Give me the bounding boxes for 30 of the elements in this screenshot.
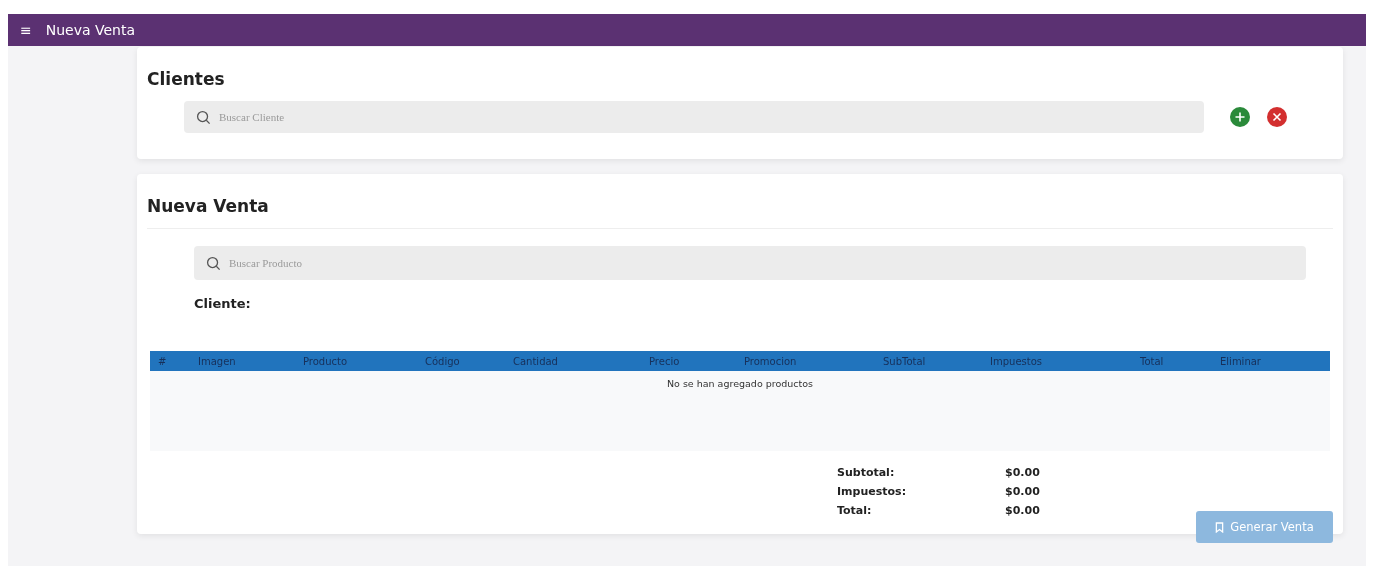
column-header: Cantidad	[512, 355, 559, 367]
add-icon[interactable]	[1230, 107, 1250, 127]
client-label: Cliente:	[194, 296, 252, 311]
column-header: Precio	[648, 355, 681, 367]
column-header: #	[157, 355, 168, 367]
empty-message: No se han agregado productos	[666, 378, 813, 391]
total-value: $0.00	[1005, 485, 1040, 498]
search-field[interactable]: Buscar Cliente	[184, 101, 1204, 133]
search-icon	[196, 109, 211, 125]
column-header: Producto	[302, 355, 349, 367]
page-title: Nueva Venta	[45, 22, 136, 38]
column-header: Imagen	[197, 355, 237, 367]
card-title: Nueva Venta	[147, 196, 270, 216]
search-icon	[206, 255, 221, 271]
total-label: Total:	[837, 504, 873, 517]
column-header: Código	[424, 355, 461, 367]
column-header: SubTotal	[882, 355, 927, 367]
close-icon[interactable]	[1267, 107, 1287, 127]
total-value: $0.00	[1005, 504, 1040, 517]
column-header: Impuestos	[989, 355, 1043, 367]
total-value: $0.00	[1005, 466, 1040, 479]
search-field[interactable]: Buscar Producto	[194, 246, 1306, 280]
column-header: Eliminar	[1219, 355, 1262, 367]
menu-icon[interactable]: ≡	[20, 22, 32, 38]
bookmark-icon	[1215, 521, 1225, 533]
column-header: Total	[1139, 355, 1165, 367]
card-title: Clientes	[147, 69, 226, 89]
total-label: Impuestos:	[837, 485, 908, 498]
total-label: Subtotal:	[837, 466, 896, 479]
column-header: Promocion	[743, 355, 798, 367]
